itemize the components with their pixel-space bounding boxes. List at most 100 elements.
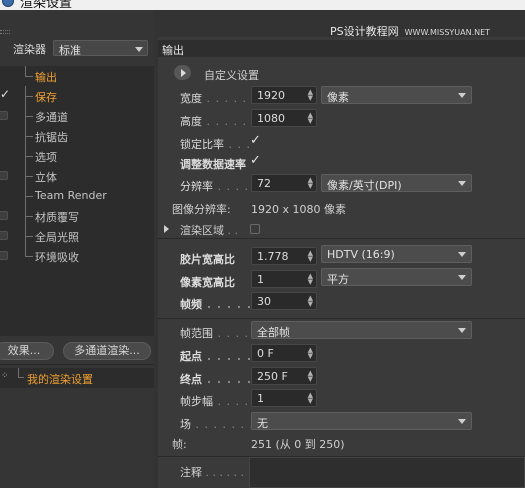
enable-checkbox[interactable] [0,231,8,240]
list-item-options[interactable]: 选项 [0,146,154,166]
list-item-output[interactable]: 输出 [0,66,154,86]
frame-range-select[interactable]: 全部帧 [251,321,472,339]
tree-connector [25,86,33,97]
preset-play-icon[interactable] [174,65,191,80]
spinner-arrows-icon[interactable]: ▲ ▼ [308,177,313,190]
render-setting-item[interactable]: ⁘ 我的渲染设置 [0,368,154,388]
spinner-arrows-icon[interactable]: ▲ ▼ [308,250,313,263]
spinner-arrows-icon[interactable]: ▲ ▼ [308,392,313,405]
effects-button[interactable]: 效果... [0,342,54,360]
tree-connector [25,106,33,117]
expand-arrow-icon[interactable] [164,225,169,233]
pixel-aspect-label: 像素宽高比 [180,276,235,289]
spinner-arrows-icon[interactable]: ▲ ▼ [308,347,313,360]
chevron-down-icon [135,47,143,52]
drag-handle-icon[interactable]: ⁘ [1,371,9,381]
size-unit-select[interactable]: 像素 [321,86,472,104]
frame-step-row: 帧步幅 . . . . 1 ▲ ▼ [158,389,525,409]
frame-step-value: 1 [257,392,264,405]
tree-connector [25,126,33,137]
checkmark-icon[interactable]: ✓ [0,87,10,101]
height-input[interactable]: 1080 ▲ ▼ [251,109,317,127]
tree-connector [25,206,33,217]
field-row: 场 . . . . . . . . 无 [158,412,525,432]
width-input[interactable]: 1920 ▲ ▼ [251,86,317,104]
pixel-aspect-preset-value: 平方 [327,273,349,286]
spinner-arrows-icon[interactable]: ▲ ▼ [308,370,313,383]
lock-ratio-label: 锁定比率 . . . [180,138,251,151]
film-aspect-preset-select[interactable]: HDTV (16:9) [321,245,472,263]
renderer-label: 渲染器 [13,43,46,56]
panel-header: 输出 [158,40,525,57]
field-value: 无 [257,417,268,430]
frame-step-input[interactable]: 1 ▲ ▼ [251,389,317,407]
tree-connector [25,66,33,77]
list-item-material-override[interactable]: 材质覆写 [0,206,154,226]
chevron-down-icon [458,252,466,257]
list-item-multipass[interactable]: 多通道 [0,106,154,126]
film-aspect-input[interactable]: 1.778 ▲ ▼ [251,247,317,265]
renderer-row: 渲染器 标准 [0,38,154,60]
list-item-ambient-occlusion[interactable]: 环境吸收 [0,246,154,266]
resolution-unit-select[interactable]: 像素/英寸(DPI) [321,174,472,192]
size-unit-value: 像素 [327,91,349,104]
fps-input[interactable]: 30 ▲ ▼ [251,292,317,310]
enable-checkbox[interactable] [0,171,8,180]
list-item-label: Team Render [35,189,107,202]
list-item-antialiasing[interactable]: 抗锯齿 [0,126,154,146]
list-item-global-illumination[interactable]: 全局光照 [0,226,154,246]
height-row: 高度 . . . . . . . 1080 ▲ ▼ [158,109,525,129]
chevron-down-icon [458,93,466,98]
spinner-arrows-icon[interactable]: ▲ ▼ [308,295,313,308]
pixel-aspect-input[interactable]: 1 ▲ ▼ [251,270,317,288]
enable-checkbox[interactable] [0,251,8,260]
notes-textarea[interactable] [249,457,525,488]
spinner-arrows-icon[interactable]: ▲ ▼ [308,112,313,125]
list-item-team-render[interactable]: Team Render [0,186,154,206]
resolution-label: 分辨率 . . . . . [180,180,258,193]
left-panel: 渲染器 标准 输出 ✓ 保存 多通道 抗锯齿 选项 立体 Team Render… [0,10,154,488]
height-value: 1080 [257,112,285,125]
fps-value: 30 [257,295,271,308]
watermark-url: WWW.MISSYUAN.NET [404,28,491,37]
tree-connector [25,246,33,257]
tree-connector [25,226,33,237]
panel-grip[interactable] [0,30,10,34]
chevron-down-icon [458,181,466,186]
resolution-unit-value: 像素/英寸(DPI) [327,179,402,192]
divider [0,364,154,365]
frame-range-label: 帧范围 . . . . . [180,327,258,340]
list-item-save[interactable]: ✓ 保存 [0,86,154,106]
start-frame-input[interactable]: 0 F ▲ ▼ [251,344,317,362]
resolution-input[interactable]: 72 ▲ ▼ [251,174,317,192]
field-select[interactable]: 无 [251,412,472,430]
lock-ratio-row: 锁定比率 . . . ✓ [158,132,525,152]
frame-range-value: 全部帧 [257,326,290,339]
list-item-stereo[interactable]: 立体 [0,166,154,186]
enable-checkbox[interactable] [0,111,8,120]
list-item-label: 抗锯齿 [35,131,68,144]
pixel-aspect-value: 1 [257,273,264,286]
tree-connector [25,166,33,177]
adjust-rate-checkmark-icon[interactable]: ✓ [250,153,261,168]
render-region-checkbox[interactable] [250,224,260,234]
multipass-render-button[interactable]: 多通道渲染... [63,342,151,360]
chevron-down-icon [458,275,466,280]
renderer-value: 标准 [59,44,81,57]
enable-checkbox[interactable] [0,211,8,220]
lock-ratio-checkmark-icon[interactable]: ✓ [250,133,261,148]
spinner-arrows-icon[interactable]: ▲ ▼ [308,89,313,102]
chevron-down-icon [458,419,466,424]
pixel-aspect-preset-select[interactable]: 平方 [321,268,472,286]
pixel-aspect-row: 像素宽高比 1 ▲ ▼ 平方 [158,268,525,290]
end-frame-input[interactable]: 250 F ▲ ▼ [251,367,317,385]
resolution-row: 分辨率 . . . . . 72 ▲ ▼ 像素/英寸(DPI) [158,174,525,194]
render-region-label: 渲染区域 . . [180,224,238,237]
preset-label[interactable]: 自定义设置 [204,67,259,83]
end-frame-value: 250 F [257,370,288,383]
spinner-arrows-icon[interactable]: ▲ ▼ [308,273,313,286]
fps-row: 帧频 . . . . . . . 30 ▲ ▼ [158,292,525,312]
adjust-rate-label: 调整数据速率 [180,158,246,171]
list-item-label: 输出 [35,71,57,84]
renderer-select[interactable]: 标准 [53,40,148,57]
